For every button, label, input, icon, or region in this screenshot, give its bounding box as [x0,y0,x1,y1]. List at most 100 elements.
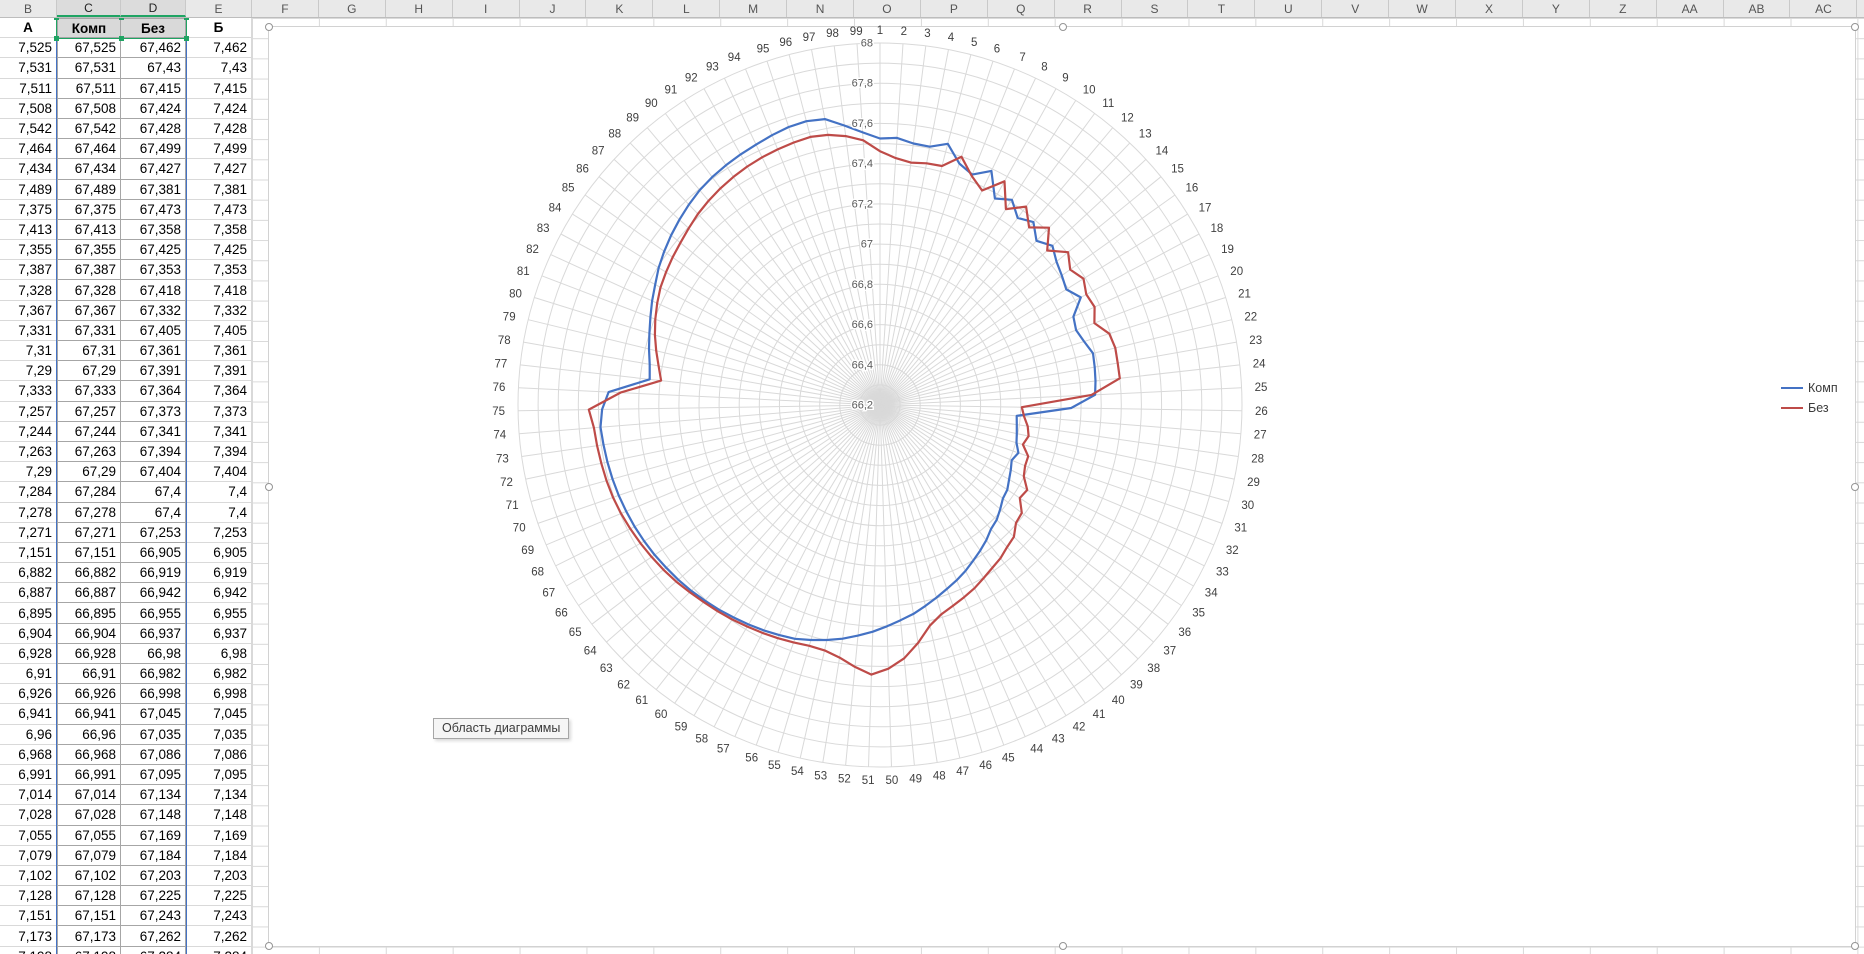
cell[interactable]: 67,425 [121,240,186,261]
cell[interactable]: 6,942 [186,583,252,604]
cell[interactable]: 7,425 [186,240,252,261]
cell[interactable]: 7,364 [186,381,252,402]
cell[interactable]: 7,464 [0,139,57,160]
cell[interactable]: 7,284 [0,482,57,503]
cell[interactable]: Комп [57,18,121,39]
column-header-AB[interactable]: AB [1724,0,1791,17]
cell[interactable]: 66,968 [57,744,121,765]
cell[interactable]: 66,991 [57,764,121,786]
resize-handle[interactable] [1851,483,1859,491]
cell[interactable]: 67,511 [57,78,121,99]
column-header-AA[interactable]: AA [1657,0,1724,17]
cell[interactable]: 67,028 [57,805,121,826]
cell[interactable]: 7,262 [186,926,252,947]
cell[interactable]: 7,404 [186,462,252,483]
cell[interactable]: 66,904 [57,623,121,644]
cell[interactable]: 67,353 [121,260,186,281]
column-header-H[interactable]: H [386,0,453,17]
column-header-Z[interactable]: Z [1590,0,1657,17]
cell[interactable]: 67,525 [57,38,121,59]
cell[interactable]: 67,128 [57,886,121,907]
cell[interactable]: 7,462 [186,38,252,59]
cell[interactable]: 67,331 [57,320,121,341]
cell[interactable]: 7,284 [186,946,252,954]
cell[interactable]: 67,361 [121,341,186,362]
cell[interactable]: 7,102 [0,865,57,887]
cell[interactable]: 7,373 [186,401,252,422]
cell[interactable]: 7,361 [186,341,252,362]
cell[interactable]: 67,418 [121,280,186,301]
resize-handle[interactable] [1851,23,1859,31]
cell[interactable]: 66,955 [121,603,186,624]
cell[interactable]: 67,4 [121,502,186,523]
cell[interactable]: 67,542 [57,118,121,140]
cell[interactable]: 7,353 [186,260,252,281]
cell[interactable]: А [0,18,57,39]
cell[interactable]: 67,373 [121,401,186,422]
cell[interactable]: 7,169 [186,825,252,846]
cell[interactable]: 7,391 [186,361,252,382]
cell[interactable]: 67,079 [57,845,121,866]
cell[interactable]: 67,332 [121,300,186,321]
cell[interactable]: 7,055 [0,825,57,846]
cell[interactable]: 7,367 [0,300,57,321]
column-header-U[interactable]: U [1255,0,1323,17]
cell[interactable]: 67,243 [121,906,186,927]
cell[interactable]: 67,198 [57,946,121,954]
cell[interactable]: 67,284 [121,946,186,954]
cell[interactable]: 67,4 [121,482,186,503]
column-header-AD[interactable]: AD [1857,0,1864,17]
column-header-N[interactable]: N [787,0,855,17]
cell[interactable]: 66,882 [57,563,121,584]
cell[interactable]: 67,405 [121,320,186,341]
cell[interactable]: 7,328 [0,280,57,301]
cell[interactable]: 7,225 [186,886,252,907]
cell[interactable]: 7,387 [0,260,57,281]
cell[interactable]: 67,434 [57,159,121,180]
cell[interactable]: 7,531 [0,58,57,79]
cell[interactable]: 67,473 [121,199,186,220]
cell[interactable]: 7,428 [186,118,252,140]
column-header-R[interactable]: R [1055,0,1122,17]
column-header-K[interactable]: K [586,0,654,17]
cell[interactable]: 6,991 [0,764,57,786]
cell[interactable]: 67,253 [121,522,186,543]
cell[interactable]: 6,968 [0,744,57,765]
cell[interactable]: 67,358 [121,219,186,241]
legend-item[interactable]: Комп [1781,381,1838,395]
cell[interactable]: 7,394 [186,441,252,463]
column-header-X[interactable]: X [1456,0,1523,17]
cell[interactable]: 7,243 [186,906,252,927]
cell[interactable]: 6,998 [186,684,252,705]
cell[interactable]: 7,045 [186,704,252,725]
column-header-W[interactable]: W [1389,0,1457,17]
resize-handle[interactable] [1059,23,1067,31]
cell[interactable]: 7,184 [186,845,252,866]
cell[interactable]: 67,095 [121,764,186,786]
cell[interactable]: 67,184 [121,845,186,866]
cell[interactable]: 7,263 [0,441,57,463]
column-header-AC[interactable]: AC [1790,0,1858,17]
cell[interactable]: 67,355 [57,240,121,261]
cell[interactable]: 7,028 [0,805,57,826]
cell[interactable]: 67,31 [57,341,121,362]
cell[interactable]: 67,102 [57,865,121,887]
cell[interactable]: 66,998 [121,684,186,705]
cell[interactable]: 6,982 [186,664,252,685]
cell[interactable]: 6,96 [0,724,57,745]
column-header-M[interactable]: M [720,0,788,17]
cell[interactable]: 7,151 [0,906,57,927]
cell[interactable]: 7,489 [0,179,57,200]
column-header-O[interactable]: O [854,0,921,17]
cell[interactable]: 7,427 [186,159,252,180]
cell[interactable]: 7,413 [0,219,57,241]
cell[interactable]: 7,43 [186,58,252,79]
column-header-T[interactable]: T [1188,0,1256,17]
cell[interactable]: 67,381 [121,179,186,200]
cell[interactable]: 66,919 [121,563,186,584]
column-header-C[interactable]: C [57,0,121,17]
cell[interactable]: 67,169 [121,825,186,846]
cell[interactable]: 7,257 [0,401,57,422]
cell[interactable]: 67,278 [57,502,121,523]
cell[interactable]: 7,418 [186,280,252,301]
